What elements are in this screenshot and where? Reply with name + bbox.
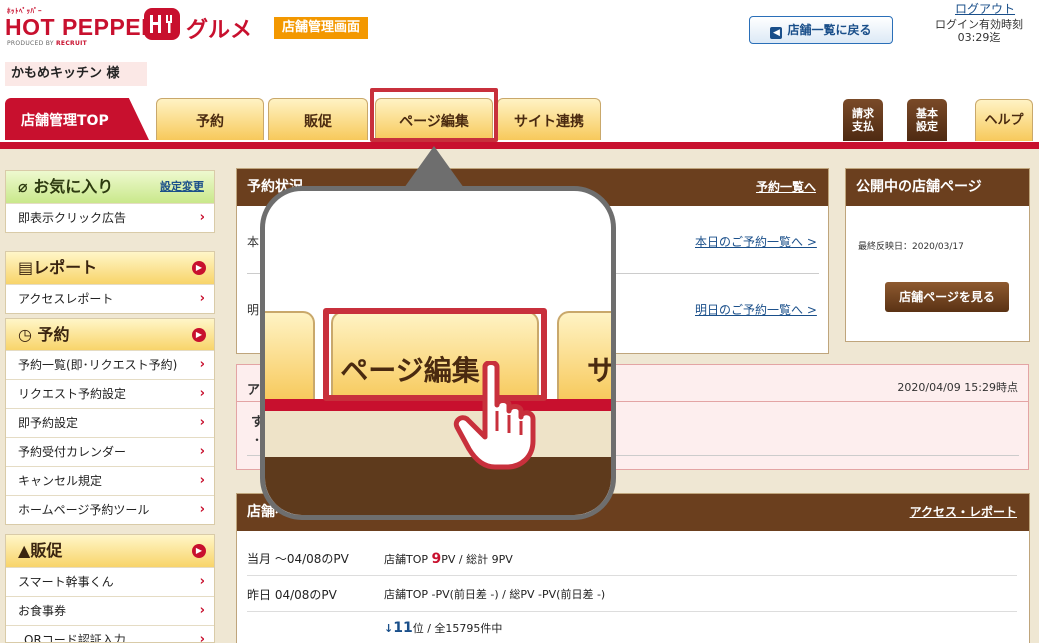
chevron-right-icon: › [199,444,205,459]
expand-icon: ▶ [192,261,206,275]
down-arrow-icon: ↓ [384,622,394,635]
tomorrow-reservations-link[interactable]: 明日のご予約一覧へ > [695,301,817,318]
sidebar-item-meal-voucher[interactable]: お食事券 › [6,596,214,625]
tab-billing[interactable]: 請求 支払 [843,99,883,141]
shop-name: かもめキッチン 様 [5,62,147,86]
back-to-shop-list-button[interactable]: ◀ 店舗一覧に戻る [749,16,893,44]
expand-icon: ▶ [192,328,206,342]
chevron-right-icon: › [199,632,205,643]
nav-underline [0,142,1039,149]
back-arrow-icon: ◀ [770,27,783,39]
sidebar-item-reserve-calendar[interactable]: 予約受付カレンダー › [6,437,214,466]
tab-promo[interactable]: 販促 [268,98,368,140]
sidebar-item-request-reserve-setting[interactable]: リクエスト予約設定 › [6,379,214,408]
main-nav-tabs: 店舗管理TOP 予約 販促 ページ編集 サイト連携 [0,96,1039,146]
pv-row-month: 当月 ～04/08のPV 店舗TOP 9PV / 総計 9PV [247,542,1017,576]
tab-site-link[interactable]: サイト連携 [497,98,601,140]
view-shop-page-button[interactable]: 店舗ページを見る [885,282,1009,312]
expand-icon: ▶ [192,544,206,558]
tab-reserve[interactable]: 予約 [156,98,264,140]
report-icon: ▤ [18,258,34,277]
access-report-link[interactable]: アクセス・レポート [910,494,1017,531]
favorites-setting-link[interactable]: 設定変更 [160,171,204,203]
tab-help[interactable]: ヘルプ [975,99,1033,141]
fork-knife-logo-icon [144,8,180,40]
produced-by-recruit: PRODUCED BY RECRUIT [7,40,88,47]
page-edit-tab-highlight [370,88,498,142]
reserve-header[interactable]: ◷ 予約 ▶ [6,319,214,350]
sidebar-favorites: ⌀ お気に入り 設定変更 即表示クリック広告 › [5,170,215,233]
report-header[interactable]: ▤レポート ▶ [6,252,214,284]
zoom-callout: ページ編集 サ [260,186,616,520]
chevron-right-icon: › [199,291,205,306]
sidebar-item-access-report[interactable]: アクセスレポート › [6,284,214,313]
tab-shop-top[interactable]: 店舗管理TOP [5,98,149,140]
gurume-logo: グルメ [186,18,253,43]
logout-link[interactable]: ログアウト [955,0,1015,17]
header: ﾎｯﾄﾍﾟｯﾊﾟｰ HOT PEPPER PRODUCED BY RECRUIT… [0,0,1039,98]
zoom-cream-band [265,411,611,457]
today-reservations-link[interactable]: 本日のご予約一覧へ > [695,233,817,250]
sidebar-item-cancel-policy[interactable]: キャンセル規定 › [6,466,214,495]
tomorrow-row-label: 明 [247,303,260,317]
hotpepper-logo[interactable]: HOT PEPPER [5,14,158,41]
paperclip-icon: ⌀ [18,177,28,196]
zoom-next-tab-fragment: サ [587,354,616,387]
sidebar-report: ▤レポート ▶ アクセスレポート › [5,251,215,314]
admin-screen-badge: 店舗管理画面 [274,17,369,39]
sidebar-item-click-ad[interactable]: 即表示クリック広告 › [6,203,214,232]
public-page-header: 公開中の店舗ページ [846,169,1029,206]
pv-row-yesterday: 昨日 04/08のPV 店舗TOP -PV(前日差 -) / 総PV -PV(前… [247,578,1017,612]
sidebar-item-homepage-reserve-tool[interactable]: ホームページ予約ツール › [6,495,214,524]
chevron-right-icon: › [199,473,205,488]
chevron-right-icon: › [199,386,205,401]
promo-header[interactable]: ▲販促 ▶ [6,535,214,567]
chevron-right-icon: › [199,603,205,618]
login-expiry: ログイン有効時刻 03:29迄 [935,18,1023,44]
chevron-right-icon: › [199,415,205,430]
notice-timestamp: 2020/04/09 15:29時点 [897,381,1018,394]
sidebar-item-qr-auth[interactable]: QRコード認証入力 › [6,625,214,643]
sidebar-item-smart-kanji[interactable]: スマート幹事くん › [6,567,214,596]
chevron-right-icon: › [199,357,205,372]
sidebar-item-reserve-list[interactable]: 予約一覧(即･リクエスト予約) › [6,350,214,379]
public-page-panel: 公開中の店舗ページ 最終反映日：2020/03/17 店舗ページを見る [845,168,1030,342]
zoom-brown-band [265,457,611,515]
chevron-right-icon: › [199,210,205,225]
chevron-right-icon: › [199,574,205,589]
favorites-header: ⌀ お気に入り 設定変更 [6,171,214,203]
today-row-label: 本 [247,235,260,249]
last-reflect-date: 最終反映日：2020/03/17 [858,242,964,252]
callout-pointer [404,146,464,188]
clock-icon: ◷ [18,325,32,344]
pv-row-rank: ↓11位 / 全15795件中 [384,620,503,636]
sidebar-reserve: ◷ 予約 ▶ 予約一覧(即･リクエスト予約) › リクエスト予約設定 › 即予約設定… [5,318,215,525]
zoom-tab-left [265,311,315,401]
chevron-right-icon: › [199,502,205,517]
pointing-hand-icon [453,361,536,470]
sidebar-promo: ▲販促 ▶ スマート幹事くん › お食事券 › QRコード認証入力 › [5,534,215,643]
megaphone-icon: ▲ [18,541,31,560]
sidebar-item-instant-reserve-setting[interactable]: 即予約設定 › [6,408,214,437]
tab-basic-settings[interactable]: 基本 設定 [907,99,947,141]
notice-title: ア [247,383,261,398]
reservation-list-link[interactable]: 予約一覧へ [756,169,816,206]
